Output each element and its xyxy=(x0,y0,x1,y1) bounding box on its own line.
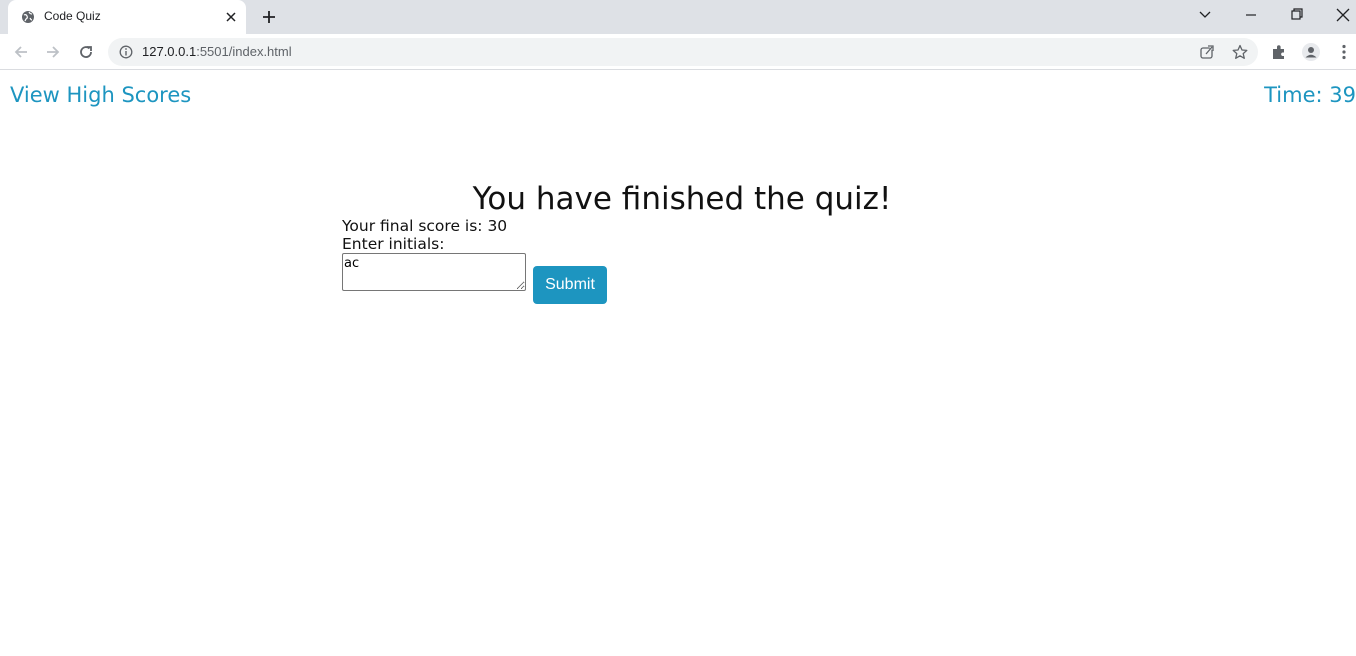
view-high-scores-link[interactable]: View High Scores xyxy=(10,83,191,107)
minimize-icon[interactable] xyxy=(1241,7,1261,23)
url-host: 127.0.0.1 xyxy=(142,44,197,59)
plus-icon[interactable] xyxy=(261,9,277,25)
browser-toolbar: 127.0.0.1:5501/index.html xyxy=(0,34,1356,70)
tab-strip: Code Quiz xyxy=(0,0,1356,34)
tab-code-quiz[interactable]: Code Quiz xyxy=(8,0,246,34)
quiz-finished-heading: You have finished the quiz! xyxy=(472,181,892,217)
back-icon[interactable] xyxy=(12,43,30,61)
forward-icon[interactable] xyxy=(44,43,62,61)
globe-icon xyxy=(22,11,34,23)
reload-icon[interactable] xyxy=(77,43,95,61)
extensions-icon[interactable] xyxy=(1270,43,1288,61)
chevron-down-icon[interactable] xyxy=(1195,7,1215,23)
url-text: 127.0.0.1:5501/index.html xyxy=(142,44,292,59)
profile-icon[interactable] xyxy=(1302,43,1320,61)
close-icon[interactable] xyxy=(224,10,238,24)
url-path: :5501/index.html xyxy=(196,44,292,59)
timer: Time: 39 xyxy=(1264,83,1356,107)
initials-label: Enter initials: xyxy=(342,235,445,253)
address-bar[interactable]: 127.0.0.1:5501/index.html xyxy=(108,38,1258,66)
tab-title: Code Quiz xyxy=(44,9,101,23)
window-close-icon[interactable] xyxy=(1333,7,1353,23)
page-content: View High Scores Time: 39 You have finis… xyxy=(0,71,1356,656)
restore-icon[interactable] xyxy=(1287,7,1307,23)
submit-button[interactable]: Submit xyxy=(533,266,607,304)
initials-input[interactable]: ac xyxy=(342,253,526,291)
info-icon[interactable] xyxy=(119,45,133,59)
final-score-text: Your final score is: 30 xyxy=(342,217,508,235)
share-icon[interactable] xyxy=(1199,44,1215,60)
star-icon[interactable] xyxy=(1232,44,1248,60)
kebab-menu-icon[interactable] xyxy=(1335,43,1353,61)
